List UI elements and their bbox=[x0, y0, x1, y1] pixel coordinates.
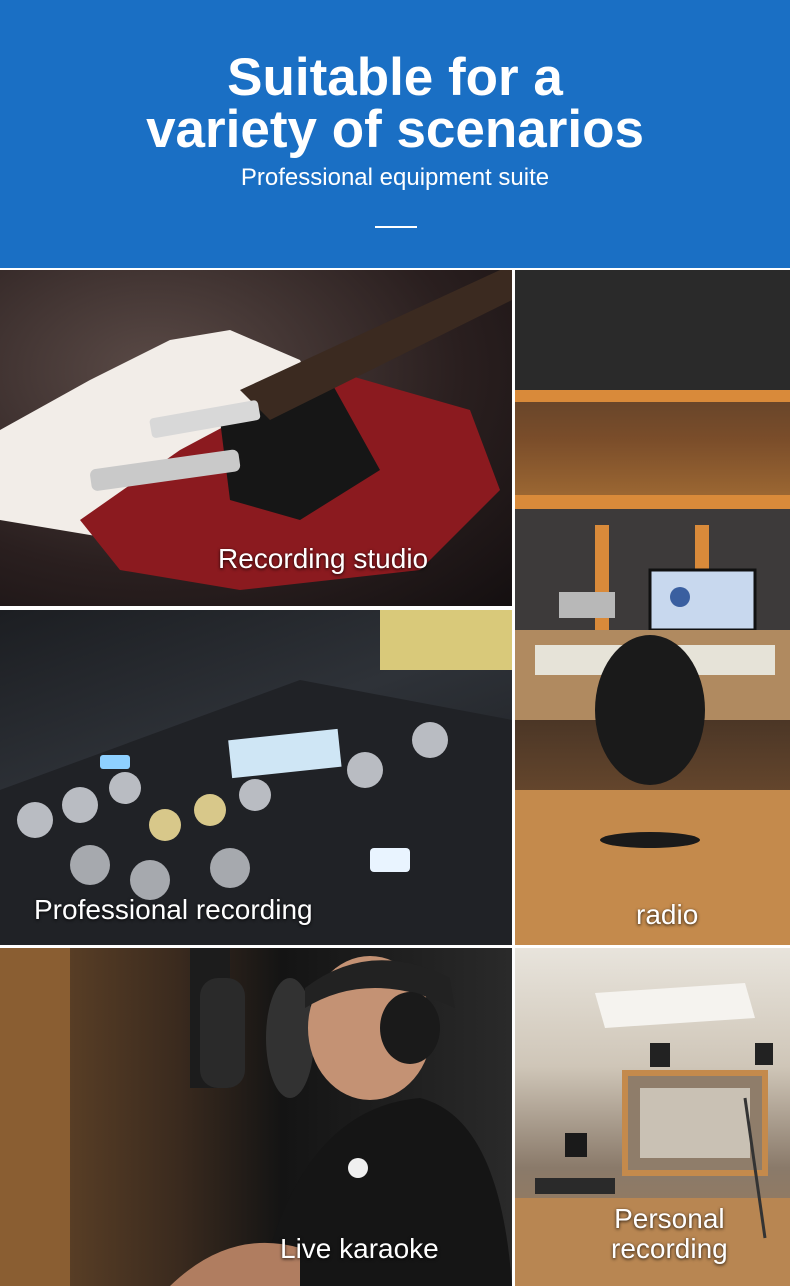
page-subtitle: Professional equipment suite bbox=[240, 164, 550, 191]
scenario-tile-live-karaoke: Live karaoke bbox=[0, 948, 512, 1286]
scenario-label: Professional recording bbox=[34, 894, 313, 925]
scenario-tile-recording-studio: Recording studio bbox=[0, 270, 512, 606]
scenario-label: radio bbox=[636, 899, 699, 930]
scenario-label: Personal recording bbox=[611, 1204, 728, 1264]
scenario-tile-personal-recording: Personal recording bbox=[515, 948, 790, 1286]
radio-studio-image bbox=[515, 270, 790, 945]
scenario-tile-radio: radio bbox=[515, 270, 790, 945]
header-banner: Suitable for a variety of scenarios Prof… bbox=[0, 0, 790, 268]
title-line-1: Suitable for a bbox=[227, 48, 563, 107]
scenario-label: Recording studio bbox=[218, 543, 429, 574]
page-title: Suitable for a variety of scenarios bbox=[0, 48, 790, 159]
header-divider bbox=[375, 226, 417, 228]
scenario-label-line-2: recording bbox=[611, 1233, 728, 1264]
scenario-tile-professional-recording: Professional recording bbox=[0, 610, 512, 945]
scenario-label-line-1: Personal bbox=[614, 1203, 725, 1234]
scenario-label: Live karaoke bbox=[280, 1233, 439, 1264]
title-line-2: variety of scenarios bbox=[146, 100, 644, 159]
